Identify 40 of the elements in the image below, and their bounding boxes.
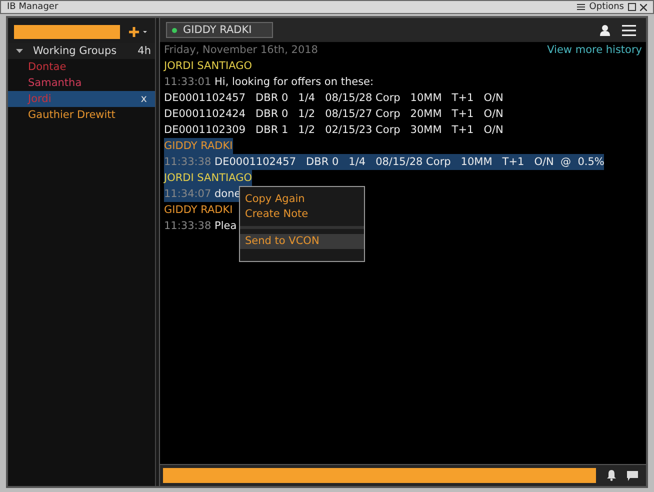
message-text: 11:33:38 Plea (164, 219, 237, 234)
date-label: Friday, November 16th, 2018 (164, 43, 318, 58)
sender-name: JORDI SANTIAGO (164, 59, 252, 74)
options-menu[interactable]: Options (589, 2, 624, 12)
contact-name: Jordi (28, 93, 52, 105)
menu-icon[interactable] (577, 4, 586, 10)
sender-name: GIDDY RADKI (164, 203, 233, 218)
group-time: 4h (138, 45, 151, 57)
contact-item[interactable]: Jordi x (8, 91, 155, 107)
collapse-icon[interactable] (16, 48, 23, 54)
window-title: IB Manager (7, 2, 60, 12)
message-text: 11:33:01 Hi, looking for offers on these: (164, 75, 374, 90)
contact-name: Gauthier Drewitt (28, 109, 116, 121)
search-field[interactable] (14, 25, 120, 39)
maximize-icon[interactable] (628, 3, 636, 11)
person-icon[interactable] (600, 24, 610, 36)
close-icon[interactable] (640, 4, 647, 10)
message-text: DE0001102309 DBR 1 1/2 02/15/23 Corp 30MM T+1 O/N (164, 123, 504, 138)
bell-icon[interactable] (606, 470, 617, 481)
message-text: DE0001102424 DBR 0 1/2 08/15/27 Corp 20MM T+1 O/N (164, 107, 504, 122)
sender-name: JORDI SANTIAGO (164, 172, 252, 184)
contact-name: Dontae (28, 61, 66, 73)
contact-item[interactable]: Gauthier Drewitt (8, 107, 155, 123)
group-title[interactable]: Working Groups (33, 45, 128, 57)
sender-name: GIDDY RADKI (164, 140, 233, 152)
menu-item[interactable]: Copy Again (240, 192, 364, 207)
message-text: DE0001102457 DBR 0 1/4 08/15/28 Corp 10MM T+1 O/N (164, 91, 504, 106)
message-text: 11:33:38 DE0001102457 DBR 0 1/4 08/15/28 Corp 10MM T+1 O/N @ 0.5% (164, 154, 604, 170)
contact-item[interactable]: Samantha (8, 75, 155, 91)
add-icon[interactable] (128, 26, 148, 38)
contact-item[interactable]: Dontae (8, 59, 155, 75)
message-field[interactable] (163, 468, 596, 483)
chat-tab[interactable]: GIDDY RADKI (166, 22, 273, 38)
menu-item[interactable]: Send to VCON (240, 234, 364, 249)
close-button[interactable]: x (140, 93, 147, 105)
chat-bubble-icon[interactable] (627, 470, 638, 480)
menu-icon[interactable] (622, 24, 636, 36)
menu-item[interactable]: Create Note (240, 207, 364, 222)
contact-name: Samantha (28, 77, 82, 89)
history-link[interactable]: View more history (547, 42, 642, 58)
